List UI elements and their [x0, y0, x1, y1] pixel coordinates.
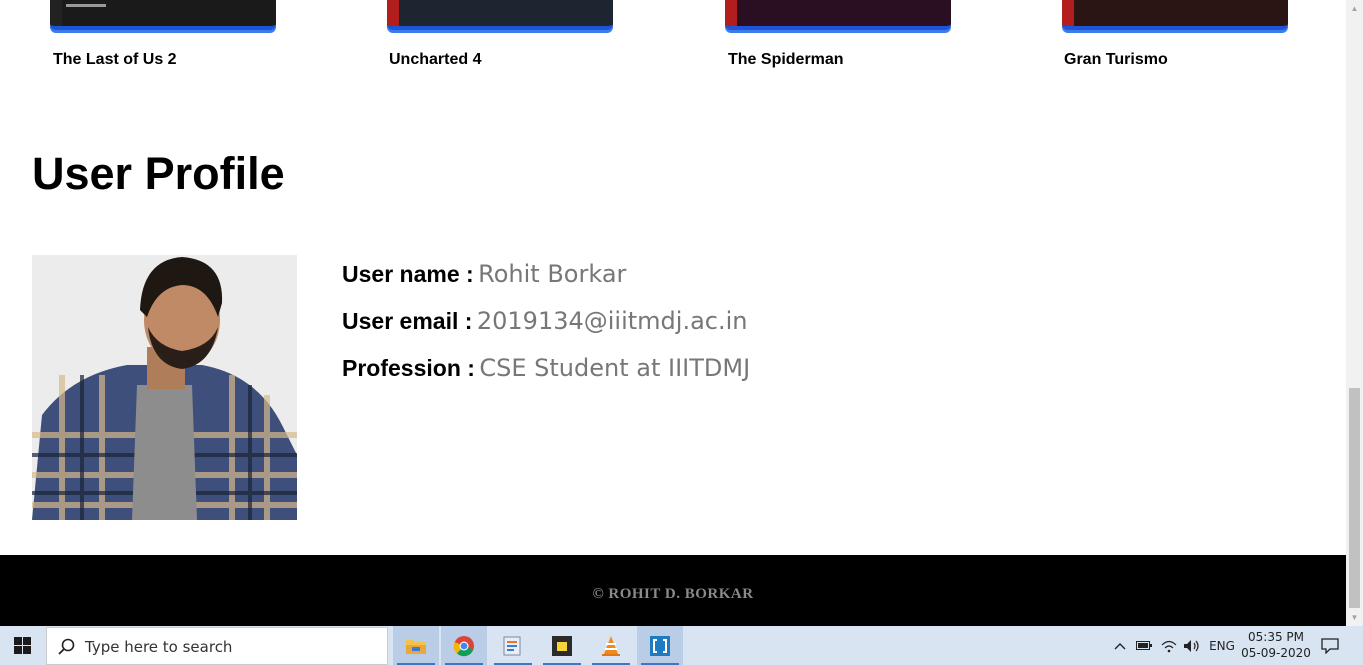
start-button[interactable]: [0, 626, 45, 665]
scroll-thumb[interactable]: [1349, 388, 1360, 608]
taskbar-clock[interactable]: 05:35 PM 05-09-2020: [1240, 629, 1312, 661]
game-cover-image[interactable]: [387, 0, 613, 30]
windows-logo-icon: [14, 637, 31, 654]
field-label: User name :: [342, 261, 474, 287]
copyright-text: © ROHIT D. BORKAR: [592, 586, 754, 602]
clock-date: 05-09-2020: [1241, 646, 1311, 660]
username-value: Rohit Borkar: [478, 260, 627, 288]
game-card[interactable]: Gran Turismo: [1062, 0, 1302, 80]
profession-value: CSE Student at IIITDMJ: [479, 354, 751, 382]
scroll-down-arrow-icon[interactable]: ▼: [1346, 609, 1363, 626]
folder-icon: [406, 639, 426, 654]
taskbar-file-explorer[interactable]: [393, 626, 439, 665]
search-icon: [58, 638, 75, 655]
taskbar-search-box[interactable]: Type here to search: [46, 627, 388, 665]
vertical-scrollbar[interactable]: ▲ ▼: [1346, 0, 1363, 626]
battery-icon[interactable]: [1134, 626, 1154, 665]
field-label: User email :: [342, 308, 473, 334]
taskbar-vlc[interactable]: [588, 626, 634, 665]
game-card[interactable]: The Spiderman: [725, 0, 965, 80]
windows-taskbar: Type here to search ENG 05:35 PM 05-09-2…: [0, 626, 1363, 665]
game-cover-image[interactable]: [725, 0, 951, 30]
game-card[interactable]: Uncharted 4: [387, 0, 627, 80]
game-title: The Last of Us 2: [53, 51, 177, 68]
editor-app-icon: [503, 636, 521, 655]
game-cover-image[interactable]: [50, 0, 276, 30]
profile-row-profession: Profession : CSE Student at IIITDMJ: [342, 354, 750, 382]
taskbar-sticky-notes[interactable]: [539, 626, 585, 665]
scroll-up-arrow-icon[interactable]: ▲: [1346, 0, 1363, 17]
volume-icon[interactable]: [1181, 626, 1203, 665]
language-indicator[interactable]: ENG: [1206, 626, 1238, 665]
clock-time: 05:35 PM: [1248, 630, 1304, 644]
field-label: Profession :: [342, 355, 475, 381]
game-title: Gran Turismo: [1064, 51, 1168, 68]
notifications-icon[interactable]: [1316, 626, 1344, 665]
profile-photo: [32, 255, 297, 520]
wifi-icon[interactable]: [1158, 626, 1180, 665]
game-title: Uncharted 4: [389, 51, 482, 68]
page-viewport: The Last of Us 2 Uncharted 4 The Spiderm…: [0, 0, 1346, 626]
game-card[interactable]: The Last of Us 2: [50, 0, 290, 80]
sticky-notes-icon: [552, 635, 572, 656]
vlc-cone-icon: [602, 635, 620, 656]
game-title: The Spiderman: [728, 51, 844, 68]
profile-row-email: User email : 2019134@iiitmdj.ac.in: [342, 307, 747, 335]
page-footer: © ROHIT D. BORKAR: [0, 555, 1346, 626]
profile-row-username: User name : Rohit Borkar: [342, 260, 626, 288]
email-value: 2019134@iiitmdj.ac.in: [476, 307, 748, 335]
chrome-icon: [453, 635, 474, 656]
taskbar-chrome[interactable]: [441, 626, 487, 665]
show-hidden-icons-chevron-icon[interactable]: [1110, 626, 1130, 665]
page-title: User Profile: [32, 148, 285, 199]
game-cover-image[interactable]: [1062, 0, 1288, 30]
search-placeholder: Type here to search: [85, 638, 233, 656]
taskbar-editor[interactable]: [490, 626, 536, 665]
brackets-icon: [650, 635, 670, 656]
taskbar-brackets[interactable]: [637, 626, 683, 665]
